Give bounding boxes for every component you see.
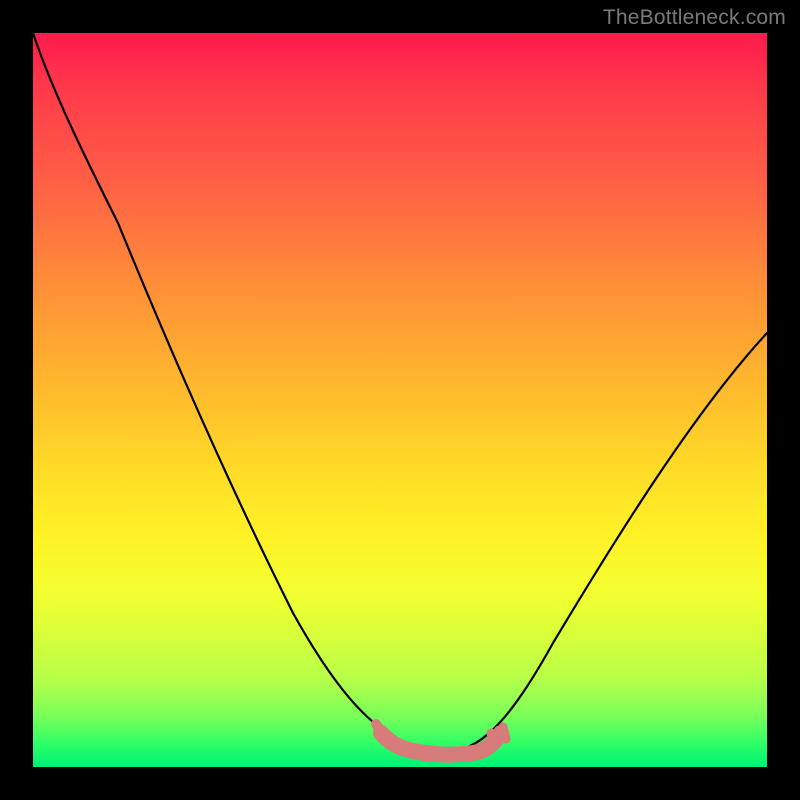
optimal-band-marker bbox=[381, 733, 501, 755]
curve-layer bbox=[33, 33, 767, 767]
plot-area bbox=[33, 33, 767, 767]
bottleneck-curve bbox=[33, 33, 767, 752]
marker-tick-1 bbox=[491, 733, 493, 744]
chart-frame: TheBottleneck.com bbox=[0, 0, 800, 800]
watermark-text: TheBottleneck.com bbox=[603, 6, 786, 30]
marker-tick-2 bbox=[503, 727, 506, 739]
marker-tick-left bbox=[376, 724, 380, 730]
